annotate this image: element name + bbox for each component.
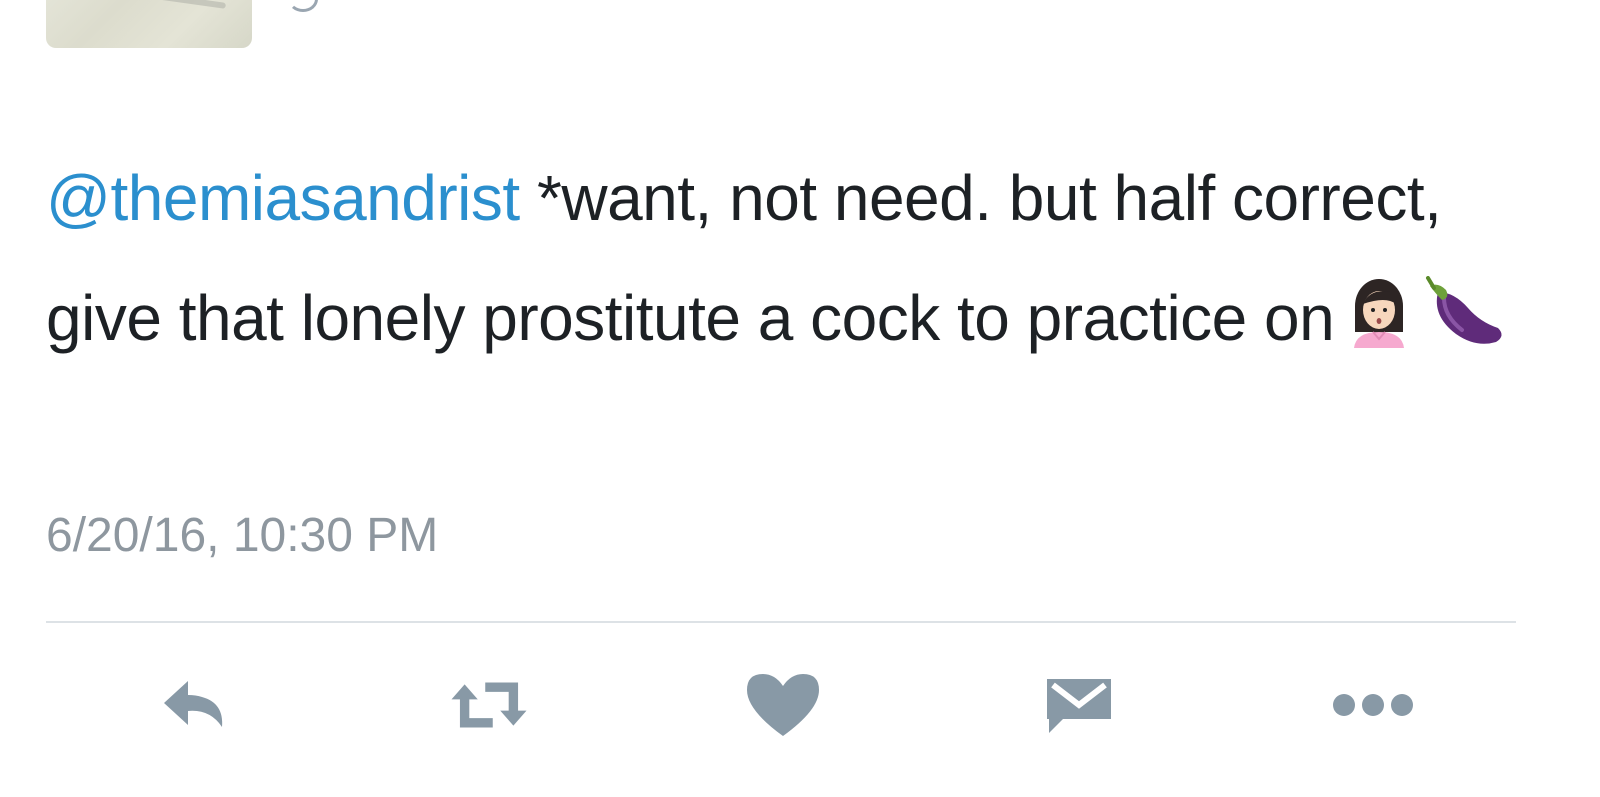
tweet-detail: @themiasandrist *want, not need. but hal… <box>0 0 1600 797</box>
avatar[interactable] <box>46 0 252 48</box>
eggplant-emoji <box>1424 266 1506 386</box>
woman-raising-hand-emoji <box>1346 266 1412 386</box>
reply-button[interactable] <box>151 660 241 750</box>
retweet-icon <box>451 682 527 728</box>
tweet-timestamp[interactable]: 6/20/16, 10:30 PM <box>46 506 438 566</box>
username-fragment <box>288 0 318 12</box>
mention-link[interactable]: @themiasandrist <box>46 162 520 234</box>
like-button[interactable] <box>738 660 828 750</box>
more-button[interactable] <box>1328 660 1418 750</box>
retweet-button[interactable] <box>444 660 534 750</box>
more-icon <box>1333 694 1413 716</box>
reply-icon <box>164 681 223 727</box>
heart-icon <box>747 674 819 736</box>
divider <box>46 621 1516 623</box>
tweet-action-bar <box>0 660 1600 750</box>
tweet-text: @themiasandrist *want, not need. but hal… <box>46 138 1546 386</box>
direct-message-button[interactable] <box>1034 660 1124 750</box>
direct-message-icon <box>1047 679 1111 733</box>
